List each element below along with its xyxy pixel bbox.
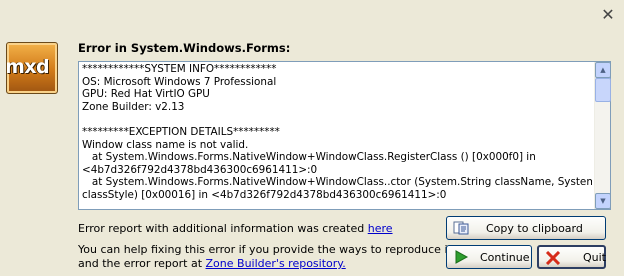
scroll-down-icon[interactable]: ▼ (595, 193, 611, 209)
error-details-line: Zone Builder: v2.13 (82, 100, 185, 113)
scroll-thumb[interactable] (595, 78, 611, 102)
error-details-textbox[interactable]: ************SYSTEM INFO************ OS: M… (78, 61, 611, 210)
close-icon[interactable]: ✕ (598, 5, 618, 25)
copy-to-clipboard-button[interactable]: Copy to clipboard (446, 216, 606, 240)
help-text-line1: You can help fixing this error if you pr… (78, 243, 452, 256)
error-details-line: at System.Windows.Forms.NativeWindow+Win… (82, 176, 592, 189)
quit-button[interactable]: Quit (537, 245, 606, 269)
report-created-text: Error report with additional information… (78, 222, 393, 235)
error-details-line: *********EXCEPTION DETAILS********* (82, 125, 280, 138)
error-details-line (82, 113, 592, 126)
error-details-line: Window class name is not valid. (82, 138, 249, 151)
scroll-up-icon[interactable]: ▲ (595, 62, 611, 78)
help-text-label: and the error report at (78, 257, 206, 270)
report-created-label: Error report with additional information… (78, 222, 368, 235)
error-details-line: classStyle) [0x00016] in <4b7d326f792d43… (82, 188, 447, 201)
help-text-line2: and the error report at Zone Builder's r… (78, 257, 346, 270)
logo-text: mxd (6, 56, 50, 78)
clipboard-icon (453, 221, 469, 235)
vertical-scrollbar[interactable]: ▲ ▼ (594, 62, 611, 209)
repository-link[interactable]: Zone Builder's repository. (206, 257, 346, 270)
error-details-line: <4b7d326f792d4378bd436300c6961411>:0 (82, 163, 318, 176)
error-title: Error in System.Windows.Forms: (78, 41, 291, 55)
error-details-text: ************SYSTEM INFO************ OS: M… (82, 63, 592, 208)
copy-button-label: Copy to clipboard (486, 222, 583, 235)
error-details-line: OS: Microsoft Windows 7 Professional (82, 75, 277, 88)
continue-button-label: Continue (480, 251, 530, 264)
continue-arrow-icon (455, 250, 469, 264)
quit-x-icon (545, 251, 561, 265)
quit-button-label: Quit (583, 251, 606, 264)
continue-button[interactable]: Continue (446, 245, 532, 269)
error-details-line: GPU: Red Hat VirtIO GPU (82, 88, 210, 101)
report-link[interactable]: here (368, 222, 393, 235)
error-details-line: at System.Windows.Forms.NativeWindow+Win… (82, 151, 536, 164)
error-details-line: ************SYSTEM INFO************ (82, 63, 277, 75)
app-logo: mxd (6, 42, 58, 94)
